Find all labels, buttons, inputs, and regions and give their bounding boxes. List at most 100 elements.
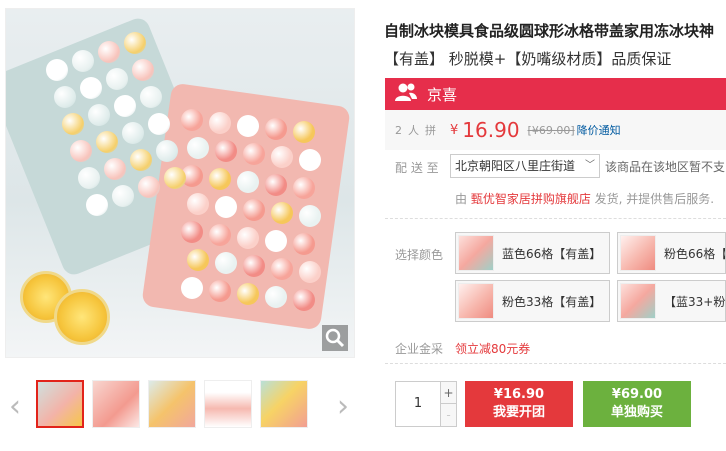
product-title: 自制冰块模具食品级圆球形冰格带盖家用冻冰块神 (384, 22, 715, 40)
arrow-right-icon[interactable]: › (334, 392, 352, 422)
ice-ball (130, 149, 152, 171)
ice-ball (271, 202, 293, 224)
ice-ball (124, 32, 146, 54)
ice-ball (187, 249, 209, 271)
group-button-price: ¥16.90 (493, 387, 545, 402)
thumbnail-item[interactable] (204, 380, 252, 428)
ice-ball (265, 118, 287, 140)
ice-ball (106, 68, 128, 90)
divider (385, 218, 726, 219)
ice-ball (265, 174, 287, 196)
ice-ball (243, 255, 265, 277)
color-option-pink-66[interactable]: 粉色66格【 (617, 232, 726, 274)
single-button-price: ¥69.00 (611, 387, 663, 402)
enterprise-label: 企业金采 (395, 342, 444, 356)
group-price: 16.90 (462, 118, 520, 142)
price-drop-notify-link[interactable]: 降价通知 (577, 122, 621, 138)
ice-ball (72, 50, 94, 72)
ice-ball (271, 258, 293, 280)
seller-info: 由 甄优智家居拼购旗舰店 发货, 并提供售后服务. (455, 190, 714, 207)
ice-ball (122, 122, 144, 144)
jingxi-label: 京喜 (427, 85, 458, 104)
group-button-label: 我要开团 (492, 405, 545, 420)
shop-link[interactable]: 甄优智家居拼购旗舰店 (471, 192, 591, 206)
thumbnail-strip (36, 380, 308, 428)
original-price: [¥69.00] (527, 123, 575, 137)
ice-ball (96, 131, 118, 153)
price-panel: 2人拼 ¥ 16.90 [¥69.00] 降价通知 (385, 110, 726, 150)
ice-ball (138, 176, 160, 198)
color-select-label: 选择颜色 (395, 248, 444, 262)
ice-ball (181, 221, 203, 243)
ice-ball (215, 196, 237, 218)
address-select[interactable]: 北京朝阳区八里庄街道 ﹀ (450, 154, 600, 178)
color-option-pink-33[interactable]: 粉色33格【有盖】 (455, 280, 610, 322)
main-product-image[interactable] (5, 8, 355, 358)
ice-ball (156, 140, 178, 162)
ice-ball (299, 149, 321, 171)
ice-ball (237, 283, 259, 305)
ice-ball (209, 168, 231, 190)
single-button-label: 单独购买 (610, 405, 663, 420)
ice-ball (209, 112, 231, 134)
divider (385, 363, 726, 364)
thumbnail-item[interactable] (92, 380, 140, 428)
ice-ball (215, 140, 237, 162)
quantity-input[interactable]: 1 (396, 382, 440, 426)
coupon-link[interactable]: 领立减80元券 (455, 340, 530, 357)
ice-ball (243, 199, 265, 221)
ice-ball (265, 286, 287, 308)
currency-symbol: ¥ (450, 122, 459, 138)
thumbnail-item[interactable] (260, 380, 308, 428)
arrow-left-icon[interactable]: ‹ (6, 392, 24, 422)
ice-ball (140, 86, 162, 108)
address-value: 北京朝阳区八里庄街道 (455, 159, 576, 173)
product-page: ‹ › 自制冰块模具食品级圆球形冰格带盖家用冻冰块神 【有盖】 秒脱模+【奶嘴级… (0, 0, 726, 451)
ice-ball (293, 233, 315, 255)
option-thumbnail (620, 235, 656, 271)
option-thumbnail (620, 283, 656, 319)
color-option-combo[interactable]: 【蓝33+粉3 (617, 280, 726, 322)
ice-ball (62, 113, 84, 135)
option-label: 粉色66格【 (664, 246, 726, 261)
ice-ball (299, 261, 321, 283)
thumbnail-item[interactable] (36, 380, 84, 428)
buy-alone-button[interactable]: ¥69.00 单独购买 (583, 381, 691, 427)
quantity-plus-button[interactable]: + (440, 382, 456, 404)
option-thumbnail (458, 283, 494, 319)
ice-ball (46, 59, 68, 81)
seller-suffix: 发货, 并提供售后服务. (590, 192, 715, 206)
quantity-minus-button[interactable]: - (440, 404, 456, 426)
delivery-label: 配 送 至 (395, 161, 439, 175)
ice-ball (187, 137, 209, 159)
ice-ball (132, 59, 154, 81)
start-group-button[interactable]: ¥16.90 我要开团 (465, 381, 573, 427)
thumbnail-item[interactable] (148, 380, 196, 428)
ice-ball (86, 194, 108, 216)
ice-ball (293, 177, 315, 199)
ice-ball (209, 280, 231, 302)
ice-ball (164, 167, 186, 189)
ice-ball (237, 171, 259, 193)
ice-ball (209, 224, 231, 246)
ice-ball (181, 277, 203, 299)
ice-ball (265, 230, 287, 252)
ice-ball (70, 140, 92, 162)
ice-ball (88, 104, 110, 126)
lemon-slice-illustration (54, 289, 110, 345)
group-size-label: 2人拼 (395, 124, 442, 137)
ice-ball (299, 205, 321, 227)
ice-ball (80, 77, 102, 99)
ice-ball (112, 185, 134, 207)
caret-down-icon: ﹀ (585, 160, 595, 171)
ice-ball (78, 167, 100, 189)
ice-ball (148, 113, 170, 135)
color-option-blue-66[interactable]: 蓝色66格【有盖】 (455, 232, 610, 274)
quantity-stepper: 1 + - (395, 381, 457, 427)
ice-ball (114, 95, 136, 117)
option-label: 蓝色66格【有盖】 (502, 246, 602, 261)
ice-ball (293, 289, 315, 311)
ice-ball (271, 146, 293, 168)
ice-ball (237, 227, 259, 249)
magnifier-icon[interactable] (322, 325, 348, 351)
